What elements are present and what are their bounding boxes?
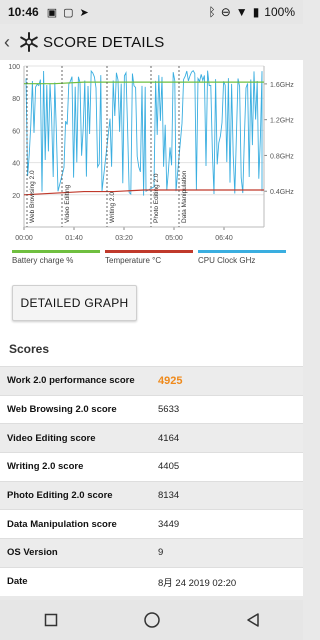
score-label: Date xyxy=(7,576,28,588)
score-label: Photo Editing 2.0 score xyxy=(7,490,113,502)
x-tick-label: 05:00 xyxy=(165,235,183,242)
notification-photo-icon: ▣ xyxy=(46,6,58,19)
y-tick-label: 100 xyxy=(8,64,20,71)
notification-arrow-icon: ➤ xyxy=(79,6,89,19)
table-row: Web Browsing 2.0 score 5633 xyxy=(0,394,303,424)
score-value: 4925 xyxy=(158,374,183,387)
section-label: Web Browsing 2.0 xyxy=(29,170,36,223)
score-value: 5633 xyxy=(158,404,180,416)
wifi-icon: ▼ xyxy=(235,5,248,19)
score-label: Work 2.0 performance score xyxy=(7,375,135,387)
section-label: Video Editing xyxy=(64,184,71,223)
legend-battery-label: Battery charge % xyxy=(12,256,74,265)
y-tick-label: 40 xyxy=(12,161,20,168)
table-row: Date 8月 24 2019 02:20 xyxy=(0,566,303,596)
score-value: 3449 xyxy=(158,518,180,530)
y-tick-label: 20 xyxy=(12,193,20,200)
chart-svg: 20 40 60 80 100 0.4GHz 0.8GHz 1.2GHz 1.6GHz 00:00… xyxy=(8,64,294,242)
scores-heading: Scores xyxy=(0,340,303,366)
score-label: Writing 2.0 score xyxy=(7,461,84,473)
score-value: 4405 xyxy=(158,461,180,473)
legend-cpu-swatch xyxy=(198,250,286,253)
x-tick-label: 01:40 xyxy=(65,235,83,242)
benchmark-chart[interactable]: 20 40 60 80 100 0.4GHz 0.8GHz 1.2GHz 1.6GHz 00:00… xyxy=(0,60,303,270)
recents-button[interactable] xyxy=(41,610,61,630)
table-row: Work 2.0 performance score 4925 xyxy=(0,366,303,395)
y-tick-label: 60 xyxy=(12,128,20,135)
legend-battery: Battery charge % xyxy=(12,250,100,265)
pcmark-logo-icon xyxy=(18,31,40,53)
series-cpu-line xyxy=(25,69,263,196)
x-tick-label: 00:00 xyxy=(15,235,33,242)
chart-legend: Battery charge % Temperature °C CPU Cloc… xyxy=(0,250,303,270)
back-arrow-icon[interactable]: ‹ xyxy=(4,32,16,53)
score-label: Video Editing score xyxy=(7,432,96,444)
home-circle-icon xyxy=(143,612,160,628)
battery-icon: ▮ xyxy=(252,5,260,19)
notification-box-icon: ▢ xyxy=(63,6,74,19)
legend-battery-swatch xyxy=(12,250,100,253)
y-right-tick-label: 0.8GHz xyxy=(270,153,294,160)
table-row: Writing 2.0 score 4405 xyxy=(0,452,303,481)
legend-temperature: Temperature °C xyxy=(105,250,193,265)
y-right-tick-label: 1.2GHz xyxy=(270,118,294,125)
score-value: 4164 xyxy=(158,432,180,444)
x-tick-label: 06:40 xyxy=(215,235,233,242)
page-title: SCORE DETAILS xyxy=(43,33,165,51)
navigation-bar xyxy=(0,600,303,640)
y-tick-label: 80 xyxy=(12,96,20,103)
status-bar: 10:46 ▣ ▢ ➤ ᛒ ⊖ ▼ ▮ 100% xyxy=(0,0,303,24)
score-value: 8134 xyxy=(158,490,180,502)
score-label: Data Manipulation score xyxy=(7,518,117,530)
do-not-disturb-icon: ⊖ xyxy=(220,5,231,19)
score-label: OS Version xyxy=(7,547,58,559)
score-value: 8月 24 2019 02:20 xyxy=(158,577,237,589)
score-label: Web Browsing 2.0 score xyxy=(7,404,117,416)
bluetooth-icon: ᛒ xyxy=(208,5,216,19)
legend-cpu-label: CPU Clock GHz xyxy=(198,256,256,265)
legend-temperature-label: Temperature °C xyxy=(105,256,162,265)
back-triangle-icon xyxy=(246,613,259,627)
detailed-graph-button[interactable]: DETAILED GRAPH xyxy=(12,285,137,321)
status-time: 10:46 xyxy=(8,5,39,19)
table-row: Photo Editing 2.0 score 8134 xyxy=(0,480,303,510)
legend-temperature-swatch xyxy=(105,250,193,253)
section-label: Writing 2.0 xyxy=(109,192,116,223)
scores-table: Work 2.0 performance score 4925 Web Brow… xyxy=(0,366,303,596)
score-value: 9 xyxy=(158,547,164,559)
back-button[interactable] xyxy=(243,610,263,630)
legend-cpu: CPU Clock GHz xyxy=(198,250,286,265)
x-tick-label: 03:20 xyxy=(115,235,133,242)
battery-percent: 100% xyxy=(264,5,295,19)
y-right-tick-label: 1.6GHz xyxy=(270,82,294,89)
table-row: Video Editing score 4164 xyxy=(0,423,303,453)
section-label: Data Manipulation xyxy=(181,170,188,223)
table-row: OS Version 9 xyxy=(0,538,303,567)
recents-square-icon xyxy=(44,613,57,627)
table-row: Data Manipulation score 3449 xyxy=(0,509,303,539)
app-bar: ‹ SCORE DETAILS xyxy=(0,24,303,60)
y-right-tick-label: 0.4GHz xyxy=(270,189,294,196)
section-label: Photo Editing 2.0 xyxy=(153,173,160,223)
home-button[interactable] xyxy=(142,610,162,630)
